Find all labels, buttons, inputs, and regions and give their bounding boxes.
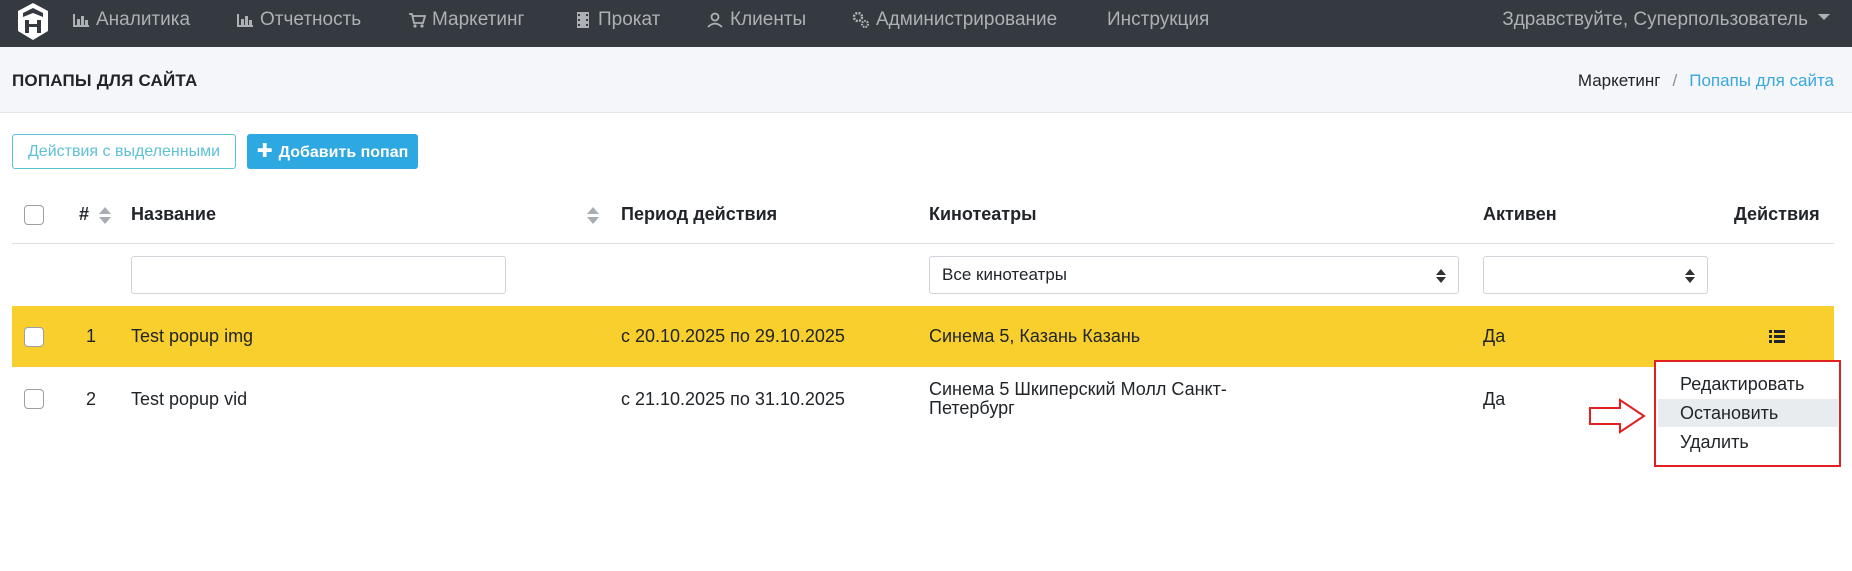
table-row[interactable] <box>12 367 1834 431</box>
row-name: Test popup vid <box>131 389 248 409</box>
menu-item-stop[interactable]: Остановить <box>1658 399 1838 427</box>
row-active: Да <box>1483 326 1506 346</box>
user-menu[interactable]: Здравствуйте, Суперпользователь <box>1502 0 1830 40</box>
row-actions-dropdown: Редактировать Остановить Удалить <box>1654 360 1841 467</box>
nav-label: Аналитика <box>96 9 191 30</box>
user-icon <box>707 12 723 28</box>
select-all-checkbox[interactable] <box>24 205 44 225</box>
nav-label: Маркетинг <box>432 9 525 30</box>
row-cinemas-line-2: Петербург <box>929 398 1015 418</box>
row-cinemas-line-1: Синема 5 Шкиперский Молл Санкт- <box>929 379 1227 399</box>
add-popup-label: Добавить попап <box>278 144 409 161</box>
add-popup-button[interactable]: ✚ Добавить попап <box>247 134 418 169</box>
row-period: с 20.10.2025 по 29.10.2025 <box>621 326 845 346</box>
row-cinemas: Синема 5, Казань Казань <box>929 326 1141 346</box>
nav-label: Администрирование <box>876 9 1058 30</box>
breadcrumb: Маркетинг / Попапы для сайта <box>1578 71 1834 91</box>
nav-label: Клиенты <box>730 9 807 30</box>
film-icon <box>577 12 589 28</box>
column-header-actions: Действия <box>1734 204 1820 224</box>
column-header-active: Активен <box>1483 204 1557 224</box>
column-header-name[interactable]: Название <box>131 204 216 225</box>
menu-item-delete[interactable]: Удалить <box>1658 428 1838 456</box>
row-id: 1 <box>86 326 97 346</box>
brand-logo-icon[interactable] <box>16 2 50 42</box>
nav-item-instructions[interactable]: Инструкция <box>1107 0 1209 40</box>
row-name: Test popup img <box>131 326 254 346</box>
bar-chart-icon <box>237 14 253 27</box>
table-divider <box>12 243 1834 244</box>
row-id: 2 <box>86 389 97 409</box>
sort-icon[interactable] <box>587 207 599 225</box>
user-greeting: Здравствуйте, Суперпользователь <box>1502 9 1808 30</box>
caret-down-icon <box>1818 13 1830 20</box>
row-active: Да <box>1483 389 1506 409</box>
breadcrumb-marketing[interactable]: Маркетинг <box>1578 71 1661 90</box>
nav-label: Отчетность <box>260 9 362 30</box>
column-header-id[interactable]: # <box>79 204 89 225</box>
nav-item-marketing[interactable]: Маркетинг <box>408 0 524 40</box>
plus-icon: ✚ <box>256 141 273 162</box>
nav-item-reports[interactable]: Отчетность <box>236 0 361 40</box>
row-checkbox[interactable] <box>24 327 44 347</box>
active-filter-select[interactable] <box>1483 256 1708 294</box>
select-arrows-icon <box>1436 269 1446 283</box>
nav-item-admin[interactable]: Администрирование <box>852 0 1057 40</box>
table-row[interactable] <box>12 306 1834 367</box>
cogs-icon <box>852 11 870 29</box>
cart-icon <box>409 13 426 28</box>
nav-item-distribution[interactable]: Прокат <box>574 0 660 40</box>
menu-item-edit[interactable]: Редактировать <box>1658 370 1838 398</box>
annotation-arrow-icon <box>1589 398 1646 434</box>
column-header-cinemas: Кинотеатры <box>929 204 1037 224</box>
nav-label: Прокат <box>598 9 661 30</box>
cinema-filter-value: Все кинотеатры <box>942 265 1068 284</box>
top-navbar: Аналитика Отчетность Маркетинг Прокат Кл… <box>0 0 1852 47</box>
bulk-actions-button[interactable]: Действия с выделенными <box>12 134 236 169</box>
row-checkbox[interactable] <box>24 389 44 409</box>
select-arrows-icon <box>1685 269 1695 283</box>
content-header: ПОПАПЫ ДЛЯ САЙТА Маркетинг / Попапы для са… <box>0 47 1852 113</box>
name-filter-input[interactable] <box>131 256 506 294</box>
breadcrumb-current: Попапы для сайта <box>1689 71 1834 90</box>
cinema-filter-select[interactable]: Все кинотеатры <box>929 256 1459 294</box>
nav-label: Инструкция <box>1107 9 1210 30</box>
sort-icon[interactable] <box>99 207 111 225</box>
row-period: с 21.10.2025 по 31.10.2025 <box>621 389 845 409</box>
nav-item-analytics[interactable]: Аналитика <box>72 0 190 40</box>
list-menu-icon[interactable] <box>1769 330 1785 343</box>
nav-item-clients[interactable]: Клиенты <box>706 0 806 40</box>
page-title: ПОПАПЫ ДЛЯ САЙТА <box>12 71 198 90</box>
column-header-period: Период действия <box>621 204 778 224</box>
breadcrumb-separator: / <box>1672 71 1678 90</box>
bar-chart-icon <box>73 14 89 27</box>
